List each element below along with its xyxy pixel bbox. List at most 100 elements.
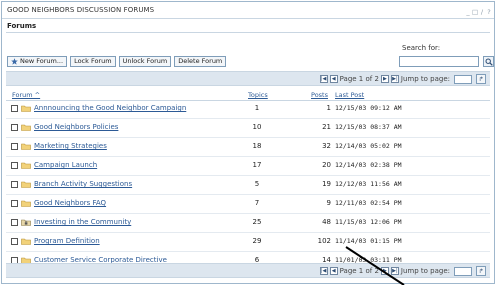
forum-name-link[interactable]: Investing in the Community [34, 218, 131, 226]
forum-list: Annnouncing the Good Neighbor Campaign 1… [6, 100, 490, 271]
topics-count: 10 [252, 123, 262, 131]
column-topics[interactable]: Topics [248, 91, 268, 99]
lock-forum-button[interactable]: Lock Forum [70, 56, 116, 67]
topics-count: 29 [252, 237, 262, 245]
forum-name-link[interactable]: Good Neighbors FAQ [34, 199, 106, 207]
forum-name-link[interactable]: Good Neighbors Policies [34, 123, 118, 131]
posts-count: 9 [326, 199, 331, 207]
posts-count: 32 [322, 142, 331, 150]
search-icon [485, 58, 493, 66]
folder-icon [21, 181, 31, 188]
forum-name-link[interactable]: Marketing Strategies [34, 142, 107, 150]
forum-toolbar: New Forum... Lock Forum Unlock Forum Del… [7, 56, 227, 67]
table-row: Branch Activity Suggestions 5 19 12/12/0… [6, 176, 490, 195]
jump-go-button[interactable]: ↱ [476, 266, 486, 276]
forum-name-link[interactable]: Branch Activity Suggestions [34, 180, 132, 188]
star-icon [11, 58, 18, 65]
topics-count: 17 [252, 161, 262, 169]
last-post-date: 12/15/03 08:37 AM [335, 123, 402, 131]
jump-label: Jump to page: [400, 267, 450, 275]
folder-icon [21, 238, 31, 245]
new-forum-button[interactable]: New Forum... [7, 56, 68, 67]
table-row: Marketing Strategies 18 32 12/14/03 05:0… [6, 138, 490, 157]
new-forum-label: New Forum... [20, 57, 64, 65]
jump-label: Jump to page: [400, 75, 450, 83]
column-last-post[interactable]: Last Post [335, 91, 364, 99]
prev-page-icon[interactable]: ◀ [329, 75, 338, 83]
posts-count: 102 [317, 237, 331, 245]
last-post-date: 12/15/03 09:12 AM [335, 104, 402, 112]
row-checkbox[interactable] [11, 219, 18, 226]
column-posts[interactable]: Posts [311, 91, 328, 99]
pager-bottom: |◀ ◀ Page 1 of 2 ▶ ▶| Jump to page: ↱ [6, 263, 490, 278]
last-post-date: 12/12/03 11:56 AM [335, 180, 402, 188]
topics-count: 25 [252, 218, 262, 226]
posts-count: 20 [322, 161, 331, 169]
row-checkbox[interactable] [11, 181, 18, 188]
search-label: Search for: [402, 44, 441, 52]
row-checkbox[interactable] [11, 124, 18, 131]
page-indicator: Page 1 of 2 [339, 267, 379, 275]
minimize-icon[interactable]: _ [465, 8, 471, 16]
delete-forum-button[interactable]: Delete Forum [174, 56, 227, 67]
edit-icon[interactable]: / [479, 8, 485, 16]
last-post-date: 12/11/03 02:54 PM [335, 199, 402, 207]
table-row: Good Neighbors FAQ 7 9 12/11/03 02:54 PM [6, 195, 490, 214]
last-post-date: 12/14/03 02:38 PM [335, 161, 402, 169]
row-checkbox[interactable] [11, 200, 18, 207]
first-page-icon[interactable]: |◀ [319, 267, 328, 275]
next-page-icon[interactable]: ▶ [380, 267, 389, 275]
row-checkbox[interactable] [11, 238, 18, 245]
jump-page-input[interactable] [454, 74, 472, 84]
folder-icon [21, 200, 31, 207]
posts-count: 21 [322, 123, 331, 131]
divider [6, 32, 490, 33]
last-post-date: 11/15/03 12:06 PM [335, 218, 402, 226]
row-checkbox[interactable] [11, 105, 18, 112]
pager-top: |◀ ◀ Page 1 of 2 ▶ ▶| Jump to page: ↱ [6, 71, 490, 86]
row-checkbox[interactable] [11, 162, 18, 169]
table-row: Campaign Launch 17 20 12/14/03 02:38 PM [6, 157, 490, 176]
window-controls: _ □ / ? [465, 8, 492, 16]
help-icon[interactable]: ? [486, 8, 492, 16]
last-post-date: 12/14/03 05:02 PM [335, 142, 402, 150]
folder-icon [21, 124, 31, 131]
last-page-icon[interactable]: ▶| [390, 75, 399, 83]
column-forum[interactable]: Forum ^ [12, 91, 40, 99]
forum-name-link[interactable]: Campaign Launch [34, 161, 97, 169]
table-row: Program Definition 29 102 11/14/03 01:15… [6, 233, 490, 252]
search-button[interactable] [483, 56, 494, 67]
topics-count: 1 [254, 104, 260, 112]
locked-folder-icon [21, 219, 31, 226]
section-heading: Forums [7, 22, 37, 30]
page-indicator: Page 1 of 2 [339, 75, 379, 83]
topics-count: 7 [254, 199, 260, 207]
forum-name-link[interactable]: Program Definition [34, 237, 100, 245]
next-page-icon[interactable]: ▶ [380, 75, 389, 83]
last-post-date: 11/14/03 01:15 PM [335, 237, 402, 245]
posts-count: 48 [322, 218, 331, 226]
jump-page-input[interactable] [454, 266, 472, 276]
first-page-icon[interactable]: |◀ [319, 75, 328, 83]
forum-name-link[interactable]: Annnouncing the Good Neighbor Campaign [34, 104, 186, 112]
topics-count: 18 [252, 142, 262, 150]
table-row: Annnouncing the Good Neighbor Campaign 1… [6, 100, 490, 119]
row-checkbox[interactable] [11, 143, 18, 150]
portlet-title: GOOD NEIGHBORS DISCUSSION FORUMS [7, 6, 155, 14]
last-page-icon[interactable]: ▶| [390, 267, 399, 275]
folder-icon [21, 143, 31, 150]
table-row: Investing in the Community 25 48 11/15/0… [6, 214, 490, 233]
search-input[interactable] [399, 56, 479, 67]
jump-go-button[interactable]: ↱ [476, 74, 486, 84]
posts-count: 19 [322, 180, 331, 188]
unlock-forum-button[interactable]: Unlock Forum [118, 56, 172, 67]
folder-icon [21, 105, 31, 112]
forums-portlet: GOOD NEIGHBORS DISCUSSION FORUMS _ □ / ?… [1, 1, 495, 284]
maximize-icon[interactable]: □ [472, 8, 478, 16]
table-row: Good Neighbors Policies 10 21 12/15/03 0… [6, 119, 490, 138]
prev-page-icon[interactable]: ◀ [329, 267, 338, 275]
portlet-titlebar: GOOD NEIGHBORS DISCUSSION FORUMS _ □ / ? [2, 2, 494, 19]
topics-count: 5 [254, 180, 260, 188]
folder-icon [21, 162, 31, 169]
posts-count: 1 [326, 104, 331, 112]
